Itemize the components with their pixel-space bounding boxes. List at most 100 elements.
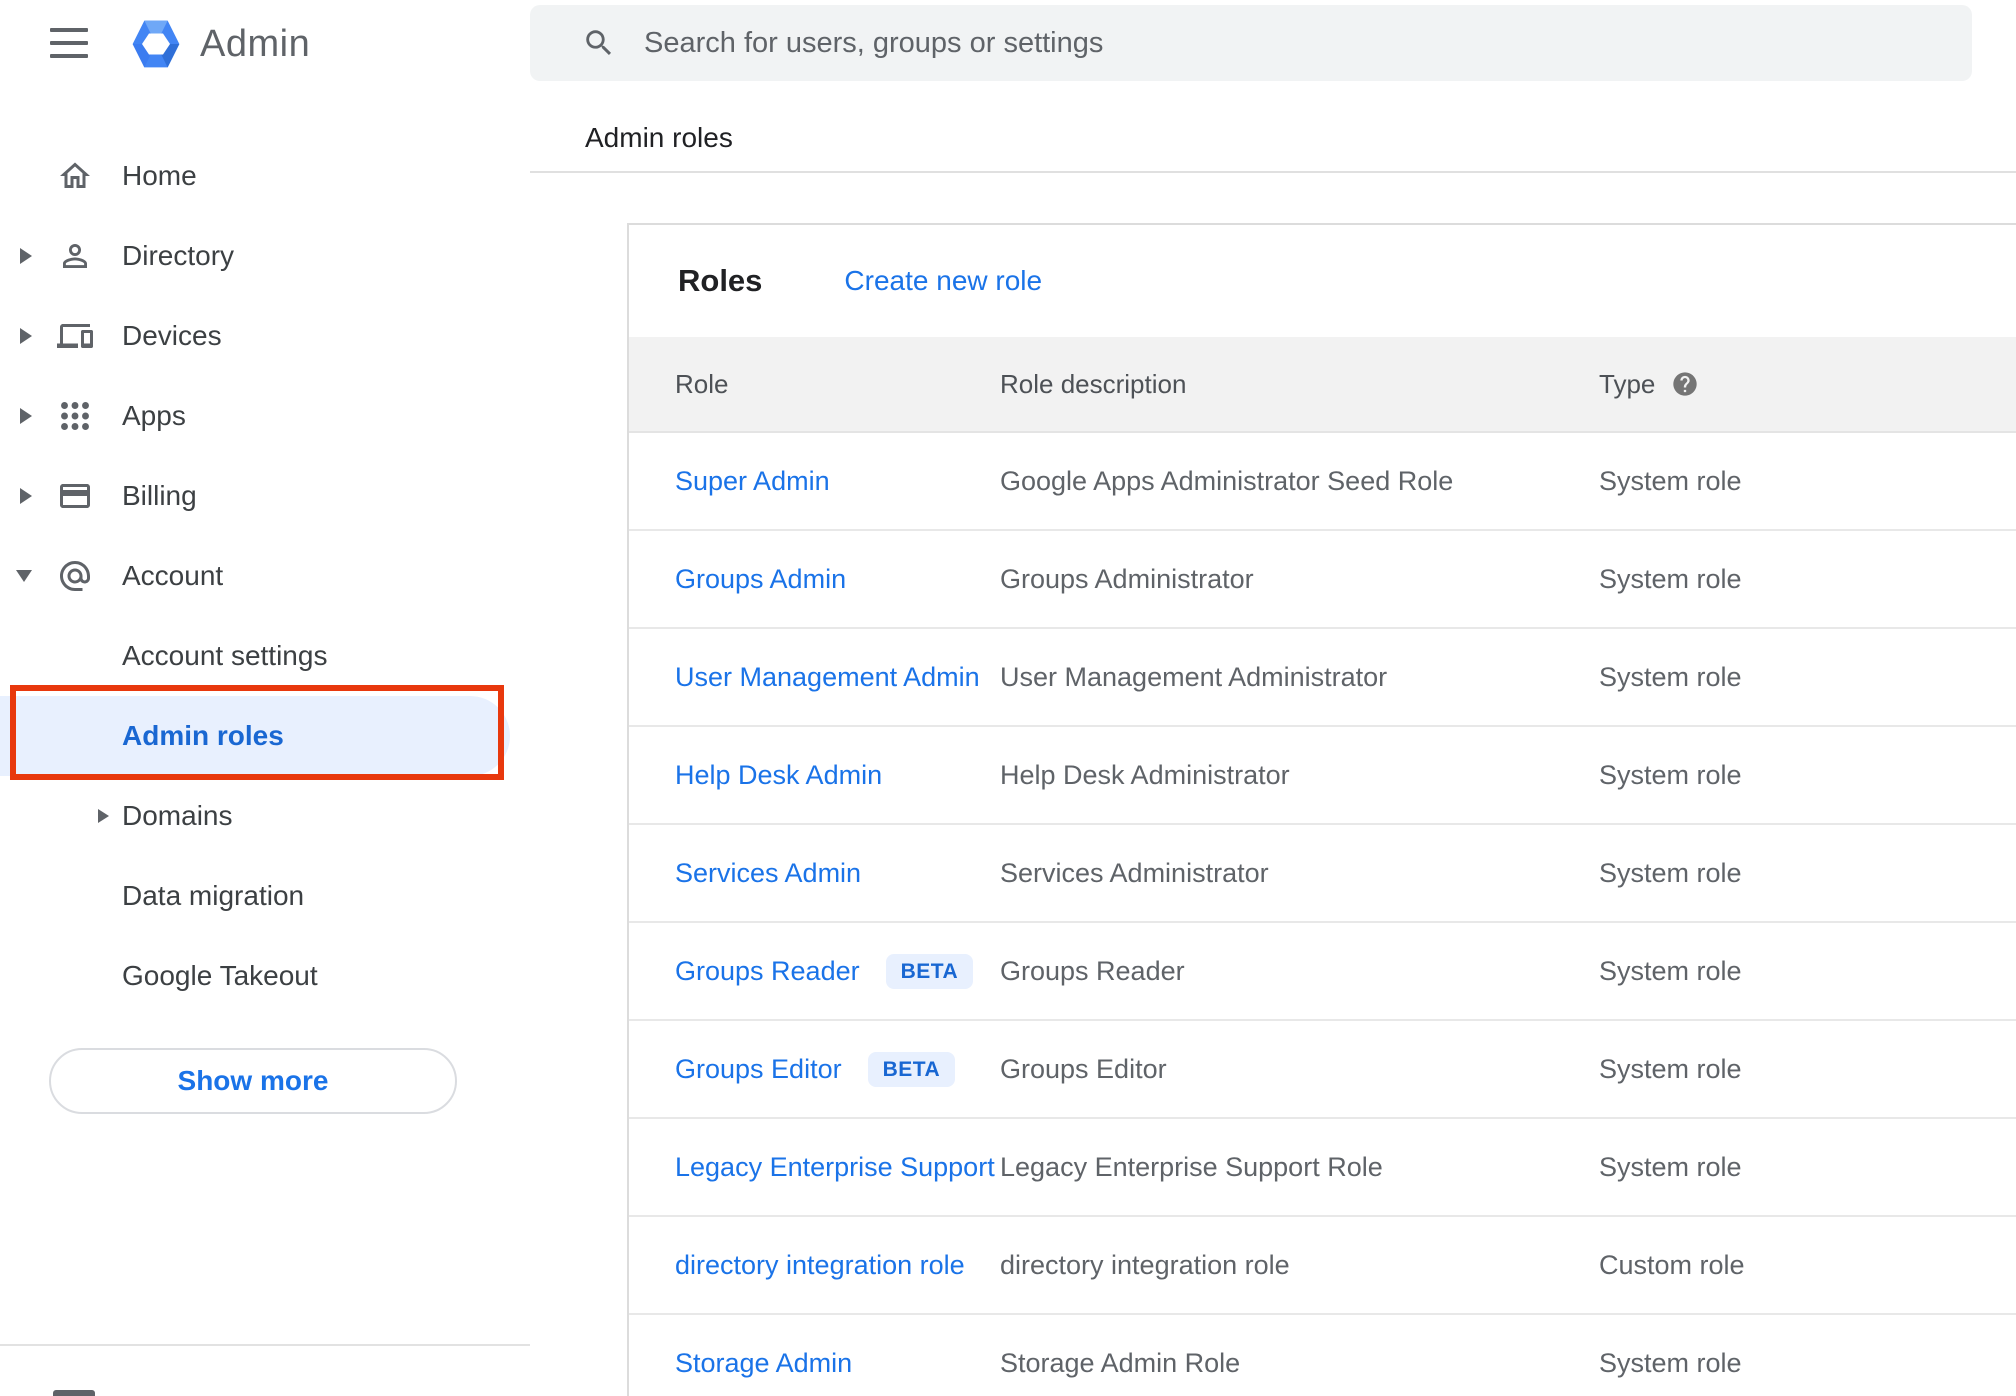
table-row: Help Desk Admin Help Desk Administrator … (629, 727, 2016, 825)
sidebar-item-label: Account (122, 560, 224, 591)
sidebar-item-label: Google Takeout (122, 960, 318, 991)
role-description: Help Desk Administrator (1000, 759, 1290, 790)
devices-icon (57, 318, 93, 354)
role-type: Custom role (1599, 1249, 1745, 1280)
role-description: Storage Admin Role (1000, 1347, 1241, 1378)
sidebar-item-billing[interactable]: Billing (0, 456, 530, 536)
sidebar-item-label: Account settings (122, 640, 328, 671)
create-new-role-link[interactable]: Create new role (844, 265, 1042, 297)
sidebar-item-label: Admin roles (122, 720, 284, 751)
help-icon[interactable] (1671, 370, 1699, 398)
page-title: Roles (678, 263, 763, 298)
role-type: System role (1599, 759, 1742, 790)
role-type: System role (1599, 857, 1742, 888)
directory-icon (57, 238, 93, 274)
menu-icon[interactable] (50, 28, 88, 58)
role-link[interactable]: Help Desk Admin (675, 760, 882, 791)
sidebar-item-label: Devices (122, 320, 222, 351)
expand-arrow-icon[interactable] (20, 328, 32, 344)
role-type: System role (1599, 1151, 1742, 1182)
role-description: directory integration role (1000, 1249, 1290, 1280)
role-description: Legacy Enterprise Support Role (1000, 1151, 1383, 1182)
sidebar-item-label: Data migration (122, 880, 305, 911)
expand-arrow-icon[interactable] (20, 488, 32, 504)
card-header: Roles Create new role (629, 225, 2016, 337)
search-bar[interactable] (530, 5, 1972, 81)
column-header-role: Role (675, 368, 729, 399)
sidebar-item-home[interactable]: Home (0, 136, 530, 216)
sidebar-item-devices[interactable]: Devices (0, 296, 530, 376)
admin-hexagon-icon (132, 20, 180, 68)
table-row: Legacy Enterprise Support Legacy Enterpr… (629, 1119, 2016, 1217)
sidebar-item-apps[interactable]: Apps (0, 376, 530, 456)
role-link[interactable]: Groups Admin (675, 564, 846, 595)
sidebar-item-label: Domains (122, 800, 233, 831)
expand-arrow-icon[interactable] (98, 809, 109, 823)
column-header-description: Role description (1000, 368, 1187, 399)
role-description: Services Administrator (1000, 857, 1269, 888)
role-link[interactable]: Services Admin (675, 858, 861, 889)
apps-icon (57, 398, 93, 434)
role-type: System role (1599, 465, 1742, 496)
beta-badge: BETA (885, 953, 974, 989)
table-row: User Management Admin User Management Ad… (629, 629, 2016, 727)
sidebar-nav: Home Directory Devices Apps Billing Acco… (0, 136, 530, 1016)
sidebar-item-directory[interactable]: Directory (0, 216, 530, 296)
breadcrumb: Admin roles (585, 122, 733, 153)
sidebar-item-data-migration[interactable]: Data migration (0, 856, 530, 936)
role-link[interactable]: Legacy Enterprise Support (675, 1152, 995, 1183)
logo-label: Admin (200, 22, 311, 65)
expand-arrow-icon[interactable] (20, 408, 32, 424)
account-icon (57, 558, 93, 594)
roles-card: Roles Create new role Role Role descript… (627, 223, 2016, 1396)
role-type: System role (1599, 1053, 1742, 1084)
table-row: Groups Editor BETA Groups Editor System … (629, 1021, 2016, 1119)
role-link[interactable]: Groups Reader (675, 956, 860, 987)
column-header-type: Type (1599, 369, 2016, 400)
sidebar-item-label: Home (122, 160, 197, 191)
role-link[interactable]: directory integration role (675, 1250, 965, 1281)
role-link[interactable]: Storage Admin (675, 1348, 852, 1379)
role-description: Groups Administrator (1000, 563, 1254, 594)
role-description: Groups Reader (1000, 955, 1185, 986)
collapse-arrow-icon[interactable] (16, 570, 32, 582)
role-type: System role (1599, 661, 1742, 692)
table-header-row: Role Role description Type (629, 337, 2016, 433)
sidebar-item-label: Billing (122, 480, 197, 511)
role-type: System role (1599, 563, 1742, 594)
role-link[interactable]: User Management Admin (675, 662, 980, 693)
table-row: Groups Reader BETA Groups Reader System … (629, 923, 2016, 1021)
role-type: System role (1599, 955, 1742, 986)
role-description: Google Apps Administrator Seed Role (1000, 465, 1454, 496)
search-input[interactable] (644, 26, 1972, 60)
admin-logo[interactable]: Admin (128, 14, 310, 74)
search-icon (582, 26, 616, 60)
expand-arrow-icon[interactable] (20, 248, 32, 264)
show-more-button[interactable]: Show more (49, 1048, 457, 1114)
billing-icon (57, 478, 93, 514)
table-row: Services Admin Services Administrator Sy… (629, 825, 2016, 923)
sidebar-item-label: Apps (122, 400, 186, 431)
home-icon (57, 158, 93, 194)
sidebar-item-account[interactable]: Account (0, 536, 530, 616)
role-description: User Management Administrator (1000, 661, 1388, 692)
table-row: directory integration role directory int… (629, 1217, 2016, 1315)
beta-badge: BETA (867, 1051, 956, 1087)
table-row: Super Admin Google Apps Administrator Se… (629, 433, 2016, 531)
sidebar-item-account-settings[interactable]: Account settings (0, 616, 530, 696)
sidebar: Admin Home Directory Devices Apps Billin… (0, 0, 530, 1396)
role-description: Groups Editor (1000, 1053, 1167, 1084)
column-header-type-label: Type (1599, 368, 1656, 399)
sidebar-section-divider (0, 1344, 530, 1346)
role-link[interactable]: Super Admin (675, 466, 830, 497)
table-row: Storage Admin Storage Admin Role System … (629, 1315, 2016, 1396)
sidebar-item-google-takeout[interactable]: Google Takeout (0, 936, 530, 1016)
clipped-sidebar-icon (53, 1390, 95, 1396)
role-type: System role (1599, 1347, 1742, 1378)
table-row: Groups Admin Groups Administrator System… (629, 531, 2016, 629)
sidebar-item-label: Directory (122, 240, 235, 271)
role-link[interactable]: Groups Editor (675, 1054, 842, 1085)
sidebar-item-admin-roles[interactable]: Admin roles (0, 696, 510, 776)
sidebar-item-domains[interactable]: Domains (0, 776, 530, 856)
header-divider (530, 171, 2016, 173)
